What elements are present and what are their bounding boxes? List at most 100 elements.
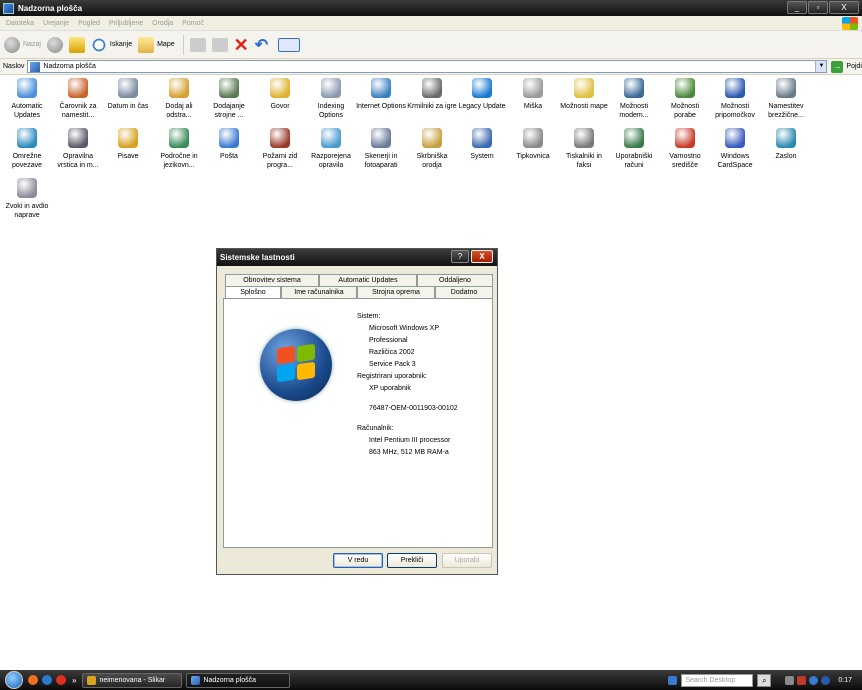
back-button[interactable]: Nazaj [4,36,41,53]
control-panel-item-icon [270,78,290,98]
control-panel-item[interactable]: Datum in čas [103,78,153,111]
control-panel-item[interactable]: Skenerji in fotoaparati [356,128,406,170]
internet-explorer-icon[interactable] [42,675,52,685]
folders-button[interactable]: Mape [138,36,175,53]
minimize-button[interactable]: _ [787,1,807,14]
control-panel-item-icon [17,78,37,98]
os-version: Različica 2002 [369,349,415,356]
control-panel-item-icon [118,128,138,148]
control-panel-item[interactable]: Dodajanje strojne ... [204,78,254,120]
delete-icon[interactable]: ✕ [234,36,249,54]
control-panel-item[interactable]: Razporejena opravila [306,128,356,170]
control-panel-item[interactable]: Krmilniki za igre [407,78,457,111]
apply-button[interactable]: Uporabi [442,553,492,568]
dialog-close-button[interactable]: X [471,250,493,263]
quick-launch-more[interactable]: » [72,676,76,685]
address-field[interactable]: Nadzorna plošča ▼ [27,60,828,73]
control-panel-item[interactable]: Omrežne povezave [2,128,52,170]
tab-remote[interactable]: Oddaljeno [417,274,493,286]
control-panel-item[interactable]: Opravilna vrstica in m... [53,128,103,170]
ok-button[interactable]: V redu [333,553,383,568]
control-panel-item[interactable]: Področne in jezikovn... [154,128,204,170]
volume-icon[interactable] [809,675,819,685]
start-button[interactable] [0,670,28,690]
control-panel-item[interactable]: Internet Options [356,78,406,111]
help-button[interactable]: ? [451,250,469,263]
control-panel-item[interactable]: Čarovnik za namestit... [53,78,103,120]
control-panel-item-icon [68,128,88,148]
control-panel-item-icon [776,128,796,148]
desktop-search-input[interactable]: Search Desktop [681,673,754,687]
control-panel-item-icon [472,78,492,98]
move-to-icon[interactable] [189,37,206,52]
close-button[interactable]: X [829,1,859,14]
windows-flag-icon [842,17,858,30]
chevron-down-icon[interactable]: ▼ [815,61,827,72]
address-value: Nadzorna plošča [43,63,96,70]
control-panel-item[interactable]: Požarni zid progra... [255,128,305,170]
menu-edit[interactable]: Urejanje [43,20,69,27]
tab-hardware[interactable]: Strojna oprema [357,286,435,298]
menu-favorites[interactable]: Priljubljene [109,20,143,27]
menu-file[interactable]: Datoteka [6,20,34,27]
back-label: Nazaj [23,41,41,48]
undo-icon[interactable]: ↶ [255,35,268,55]
control-panel-item[interactable]: Tipkovnica [508,128,558,161]
up-folder-button[interactable] [68,36,85,53]
control-panel-item[interactable]: Miška [508,78,558,111]
control-panel-item-label: Tiskalniki in faksi [566,153,602,169]
control-panel-item-icon [371,128,391,148]
search-button[interactable]: Iskanje [90,36,132,53]
update-icon[interactable] [821,675,831,685]
cancel-button[interactable]: Prekliči [387,553,437,568]
menu-view[interactable]: Pogled [78,20,100,27]
views-button[interactable] [278,37,301,52]
os-name: Microsoft Windows XP [369,325,440,332]
control-panel-item[interactable]: Skrbniška orodja [407,128,457,170]
control-panel-item[interactable]: Zvoki in avdio naprave [2,178,52,220]
go-button[interactable]: → Pojdi [831,60,862,73]
control-panel-item[interactable]: Legacy Update [457,78,507,111]
taskbar-item-control-panel[interactable]: Nadzorna plošča [186,672,291,688]
control-panel-item[interactable]: Varnostno središče [660,128,710,170]
window-title: Nadzorna plošča [18,3,83,13]
control-panel-item[interactable]: Tiskalniki in faksi [559,128,609,170]
control-panel-item[interactable]: Uporabniški računi [609,128,659,170]
tab-automatic-updates[interactable]: Automatic Updates [319,274,417,286]
toolbar-separator [182,34,184,55]
menu-help[interactable]: Pomoč [182,20,204,27]
control-panel-item-label: Področne in jezikovn... [160,153,198,169]
control-panel-item[interactable]: Pisave [103,128,153,161]
control-panel-item[interactable]: Dodaj ali odstra... [154,78,204,120]
tab-system-restore[interactable]: Obnovitev sistema [225,274,319,286]
control-panel-item[interactable]: Automatic Updates [2,78,52,120]
control-panel-item[interactable]: Windows CardSpace [710,128,760,170]
control-panel-item[interactable]: Možnosti porabe [660,78,710,120]
tab-computer-name[interactable]: Ime računalnika [281,286,357,298]
control-panel-item[interactable]: Zaslon [761,128,811,161]
window-controls: _ ▫ X [787,1,859,14]
control-panel-item[interactable]: Namestitev brezžične... [761,78,811,120]
control-panel-item[interactable]: Možnosti pripomočkov [710,78,760,120]
control-panel-item[interactable]: Pošta [204,128,254,161]
copy-to-icon[interactable] [211,37,228,52]
maximize-button[interactable]: ▫ [808,1,828,14]
control-panel-item[interactable]: Govor [255,78,305,111]
network-icon[interactable] [785,675,795,685]
control-panel-item[interactable]: System [457,128,507,161]
forward-button[interactable] [46,36,63,53]
control-panel-item[interactable]: Možnosti modem... [609,78,659,120]
control-panel-item-icon [68,78,88,98]
control-panel-item[interactable]: Indexing Options [306,78,356,120]
media-player-icon[interactable] [56,675,66,685]
security-icon[interactable] [797,675,807,685]
control-panel-item-icon [574,78,594,98]
taskbar-item-paint[interactable]: neimenovana - Slikar [82,672,183,688]
control-panel-item-label: Možnosti modem... [619,103,649,119]
control-panel-item[interactable]: Možnosti mape [559,78,609,111]
control-panel-item-label: Uporabniški računi [615,153,653,169]
menu-tools[interactable]: Orodja [152,20,173,27]
tab-advanced[interactable]: Dodatno [435,286,493,298]
search-icon[interactable]: ⌕ [757,673,772,687]
firefox-icon[interactable] [28,675,38,685]
